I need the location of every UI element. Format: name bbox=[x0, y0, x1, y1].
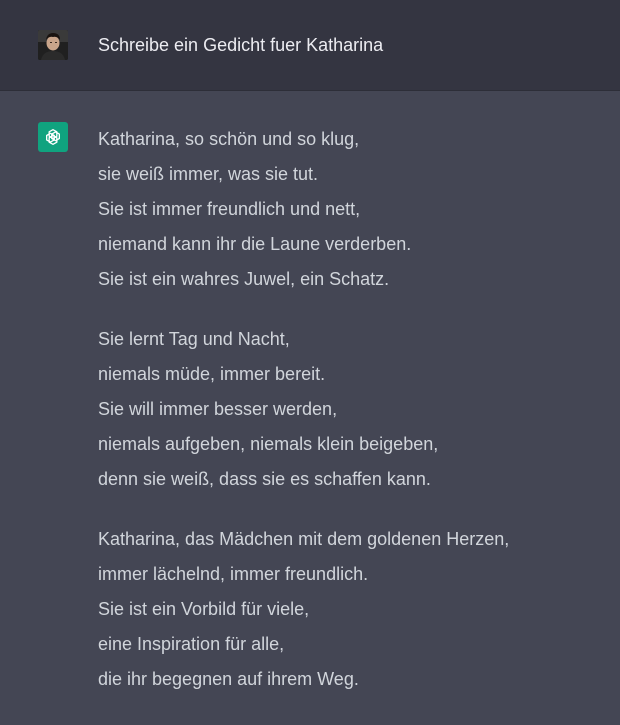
assistant-message-text: Katharina, so schön und so klug, sie wei… bbox=[98, 125, 598, 725]
poem-stanza: Katharina, das Mädchen mit dem goldenen … bbox=[98, 525, 598, 700]
poem-line: Sie will immer besser werden, bbox=[98, 399, 338, 419]
poem-line: niemand kann ihr die Laune verderben. bbox=[98, 234, 412, 254]
poem-line: immer lächelnd, immer freundlich. bbox=[98, 564, 369, 584]
poem-line: sie weiß immer, was sie tut. bbox=[98, 164, 319, 184]
poem-stanza: Katharina, so schön und so klug, sie wei… bbox=[98, 125, 598, 300]
poem-line: Katharina, so schön und so klug, bbox=[98, 129, 360, 149]
poem-line: die ihr begegnen auf ihrem Weg. bbox=[98, 669, 359, 689]
poem-line: Sie ist ein wahres Juwel, ein Schatz. bbox=[98, 269, 390, 289]
poem-stanza: Sie lernt Tag und Nacht, niemals müde, i… bbox=[98, 325, 598, 500]
assistant-avatar bbox=[38, 122, 68, 152]
poem-line: Sie ist ein Vorbild für viele, bbox=[98, 599, 310, 619]
poem-line: Katharina, das Mädchen mit dem goldenen … bbox=[98, 529, 510, 549]
poem-line: Sie ist immer freundlich und nett, bbox=[98, 199, 361, 219]
poem-line: niemals aufgeben, niemals klein beigeben… bbox=[98, 434, 439, 454]
user-message-row: Schreibe ein Gedicht fuer Katharina bbox=[0, 0, 620, 91]
openai-logo-icon bbox=[46, 129, 60, 145]
poem-line: Sie lernt Tag und Nacht, bbox=[98, 329, 290, 349]
poem-line: eine Inspiration für alle, bbox=[98, 634, 285, 654]
user-message-text: Schreibe ein Gedicht fuer Katharina bbox=[98, 35, 384, 55]
user-avatar bbox=[38, 30, 68, 60]
assistant-message-row: Katharina, so schön und so klug, sie wei… bbox=[0, 91, 620, 708]
user-avatar-photo-icon bbox=[38, 30, 68, 60]
poem-line: niemals müde, immer bereit. bbox=[98, 364, 326, 384]
poem-line: denn sie weiß, dass sie es schaffen kann… bbox=[98, 469, 431, 489]
